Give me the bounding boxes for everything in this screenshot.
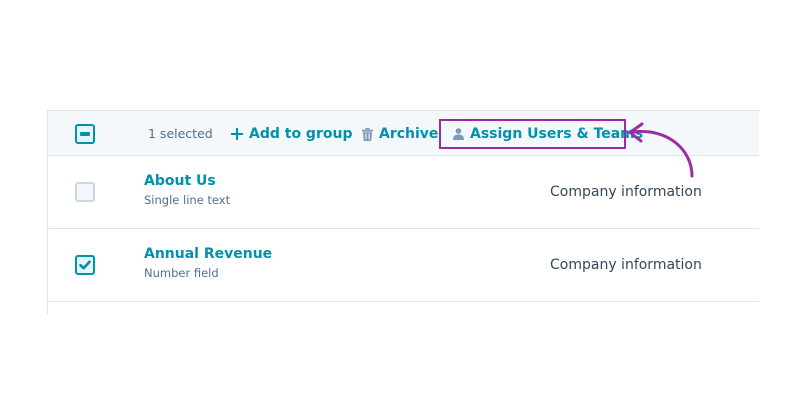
archive-button[interactable]: Archive <box>362 111 438 157</box>
table-row-partial <box>48 302 759 314</box>
property-name-link[interactable]: About Us <box>144 173 216 189</box>
archive-label: Archive <box>379 126 439 142</box>
property-group: Company information <box>550 257 702 273</box>
select-all-checkbox[interactable] <box>75 124 95 144</box>
assign-highlight-box <box>439 119 626 149</box>
trash-icon <box>362 127 373 141</box>
row-checkbox[interactable] <box>75 182 95 202</box>
property-name-link[interactable]: Annual Revenue <box>144 246 272 262</box>
selected-count: 1 selected <box>148 126 213 141</box>
plus-icon <box>231 128 243 140</box>
add-to-group-button[interactable]: Add to group <box>231 111 352 157</box>
property-field-type: Single line text <box>144 193 231 207</box>
indeterminate-dash-icon <box>80 132 90 136</box>
table-row[interactable]: Annual Revenue Number field Company info… <box>48 229 759 302</box>
row-checkbox[interactable] <box>75 255 95 275</box>
add-to-group-label: Add to group <box>249 126 353 142</box>
curved-arrow-icon <box>628 122 694 178</box>
property-field-type: Number field <box>144 266 219 280</box>
checkmark-icon <box>79 260 91 270</box>
